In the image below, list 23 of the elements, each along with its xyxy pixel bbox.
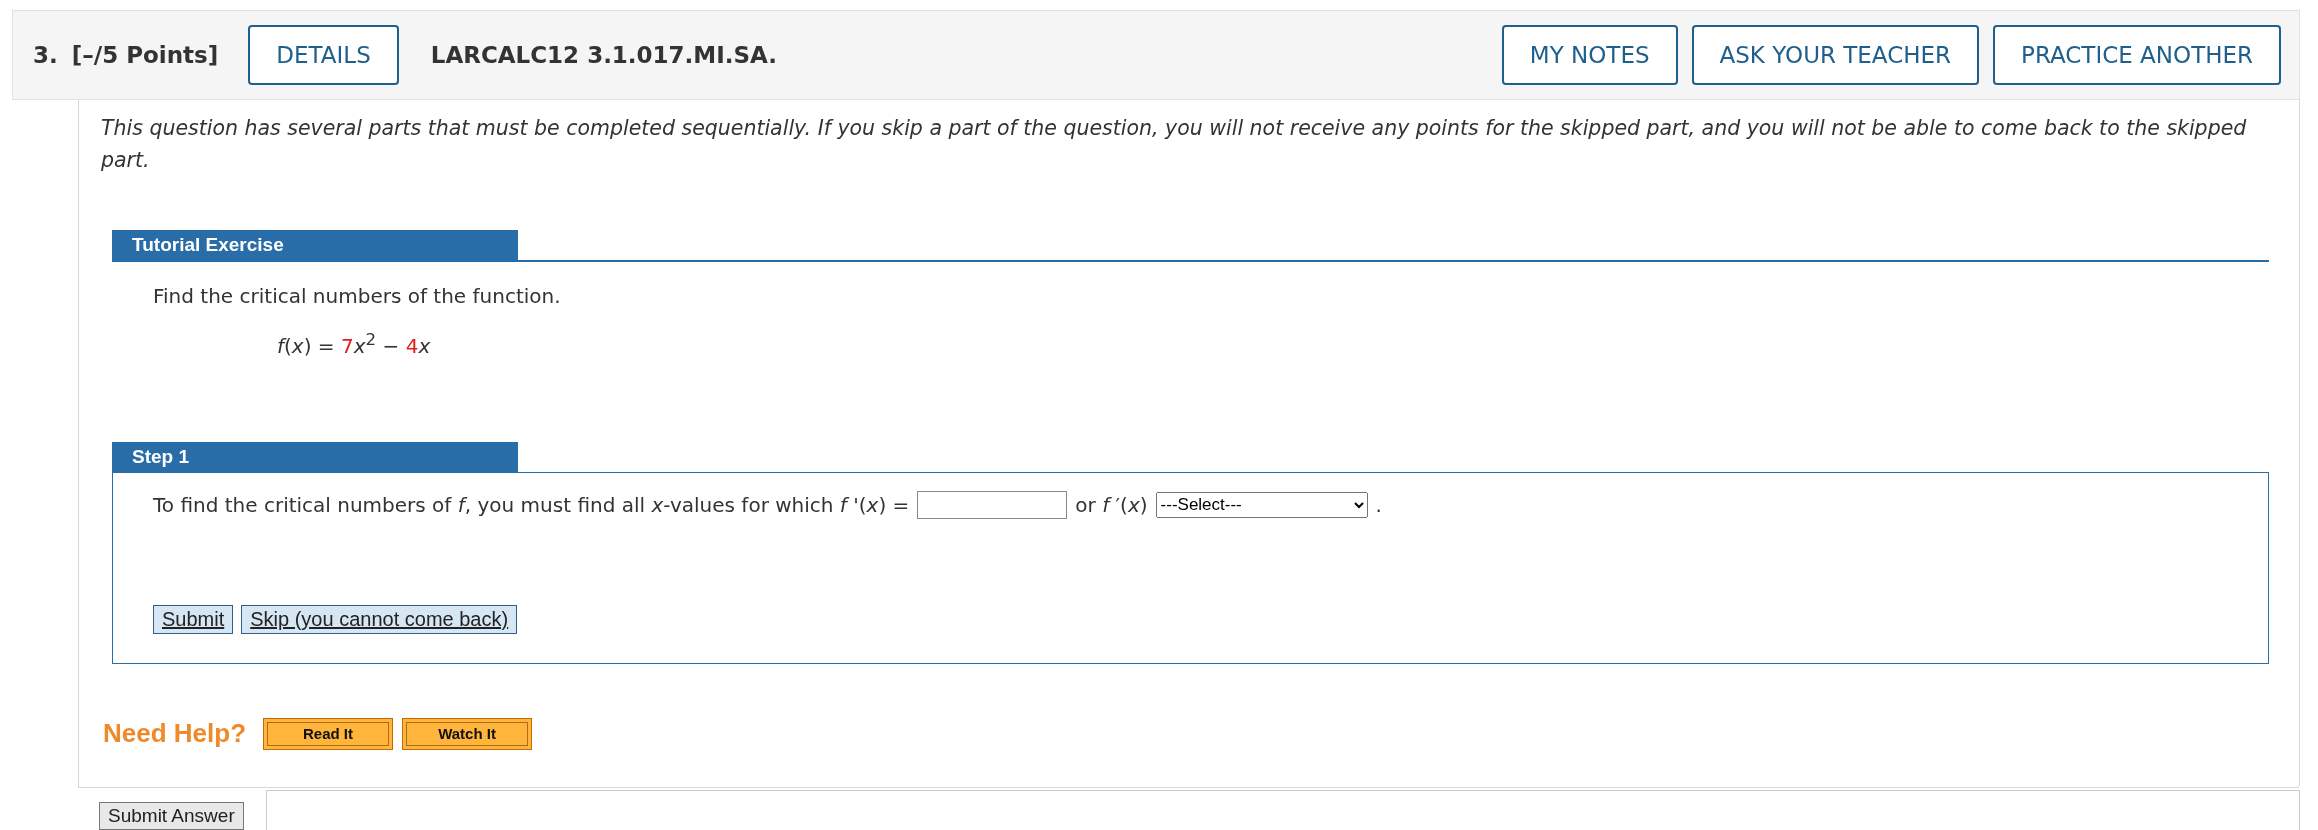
details-button[interactable]: DETAILS — [248, 25, 399, 85]
prompt-text: Find the critical numbers of the function. — [153, 284, 562, 308]
question-number: 3. — [33, 42, 58, 68]
instructions-text: This question has several parts that must be completed sequentially. If you skip a part of the question, you will not receive any points for the skipped part, and you will not be able to come back to the skipped part. — [101, 115, 2248, 174]
help-button[interactable]: Read It — [263, 717, 394, 750]
step-button[interactable]: Skip (you cannot come back) — [241, 604, 518, 634]
period-text: . — [1375, 492, 1382, 517]
header-button[interactable]: MY NOTES — [1501, 25, 1678, 85]
function-formula: f(x) = 7x$^{2}$ − 4x — [277, 330, 431, 358]
question-points: [–/5 Points] — [71, 42, 219, 68]
answer-field[interactable] — [917, 490, 1068, 519]
submit-answer-button[interactable]: Submit Answer — [99, 802, 244, 830]
select-dropdown[interactable]: ---Select--- — [1155, 491, 1368, 518]
help-button[interactable]: Watch It — [402, 717, 533, 750]
step-button[interactable]: Submit — [153, 604, 234, 634]
question-text: To find the critical numbers of f, you must find all x-values for which f '(x) = — [153, 492, 910, 517]
section-heading: Step 1 — [112, 441, 518, 472]
header-button[interactable]: PRACTICE ANOTHER — [1993, 25, 2281, 85]
help-label: Need Help? — [103, 718, 247, 750]
question-code: LARCALC12 3.1.017.MI.SA. — [430, 42, 778, 68]
question-text: or f ′(x) — [1075, 492, 1148, 517]
header-button[interactable]: ASK YOUR TEACHER — [1691, 25, 1980, 85]
section-heading: Tutorial Exercise — [112, 230, 518, 260]
